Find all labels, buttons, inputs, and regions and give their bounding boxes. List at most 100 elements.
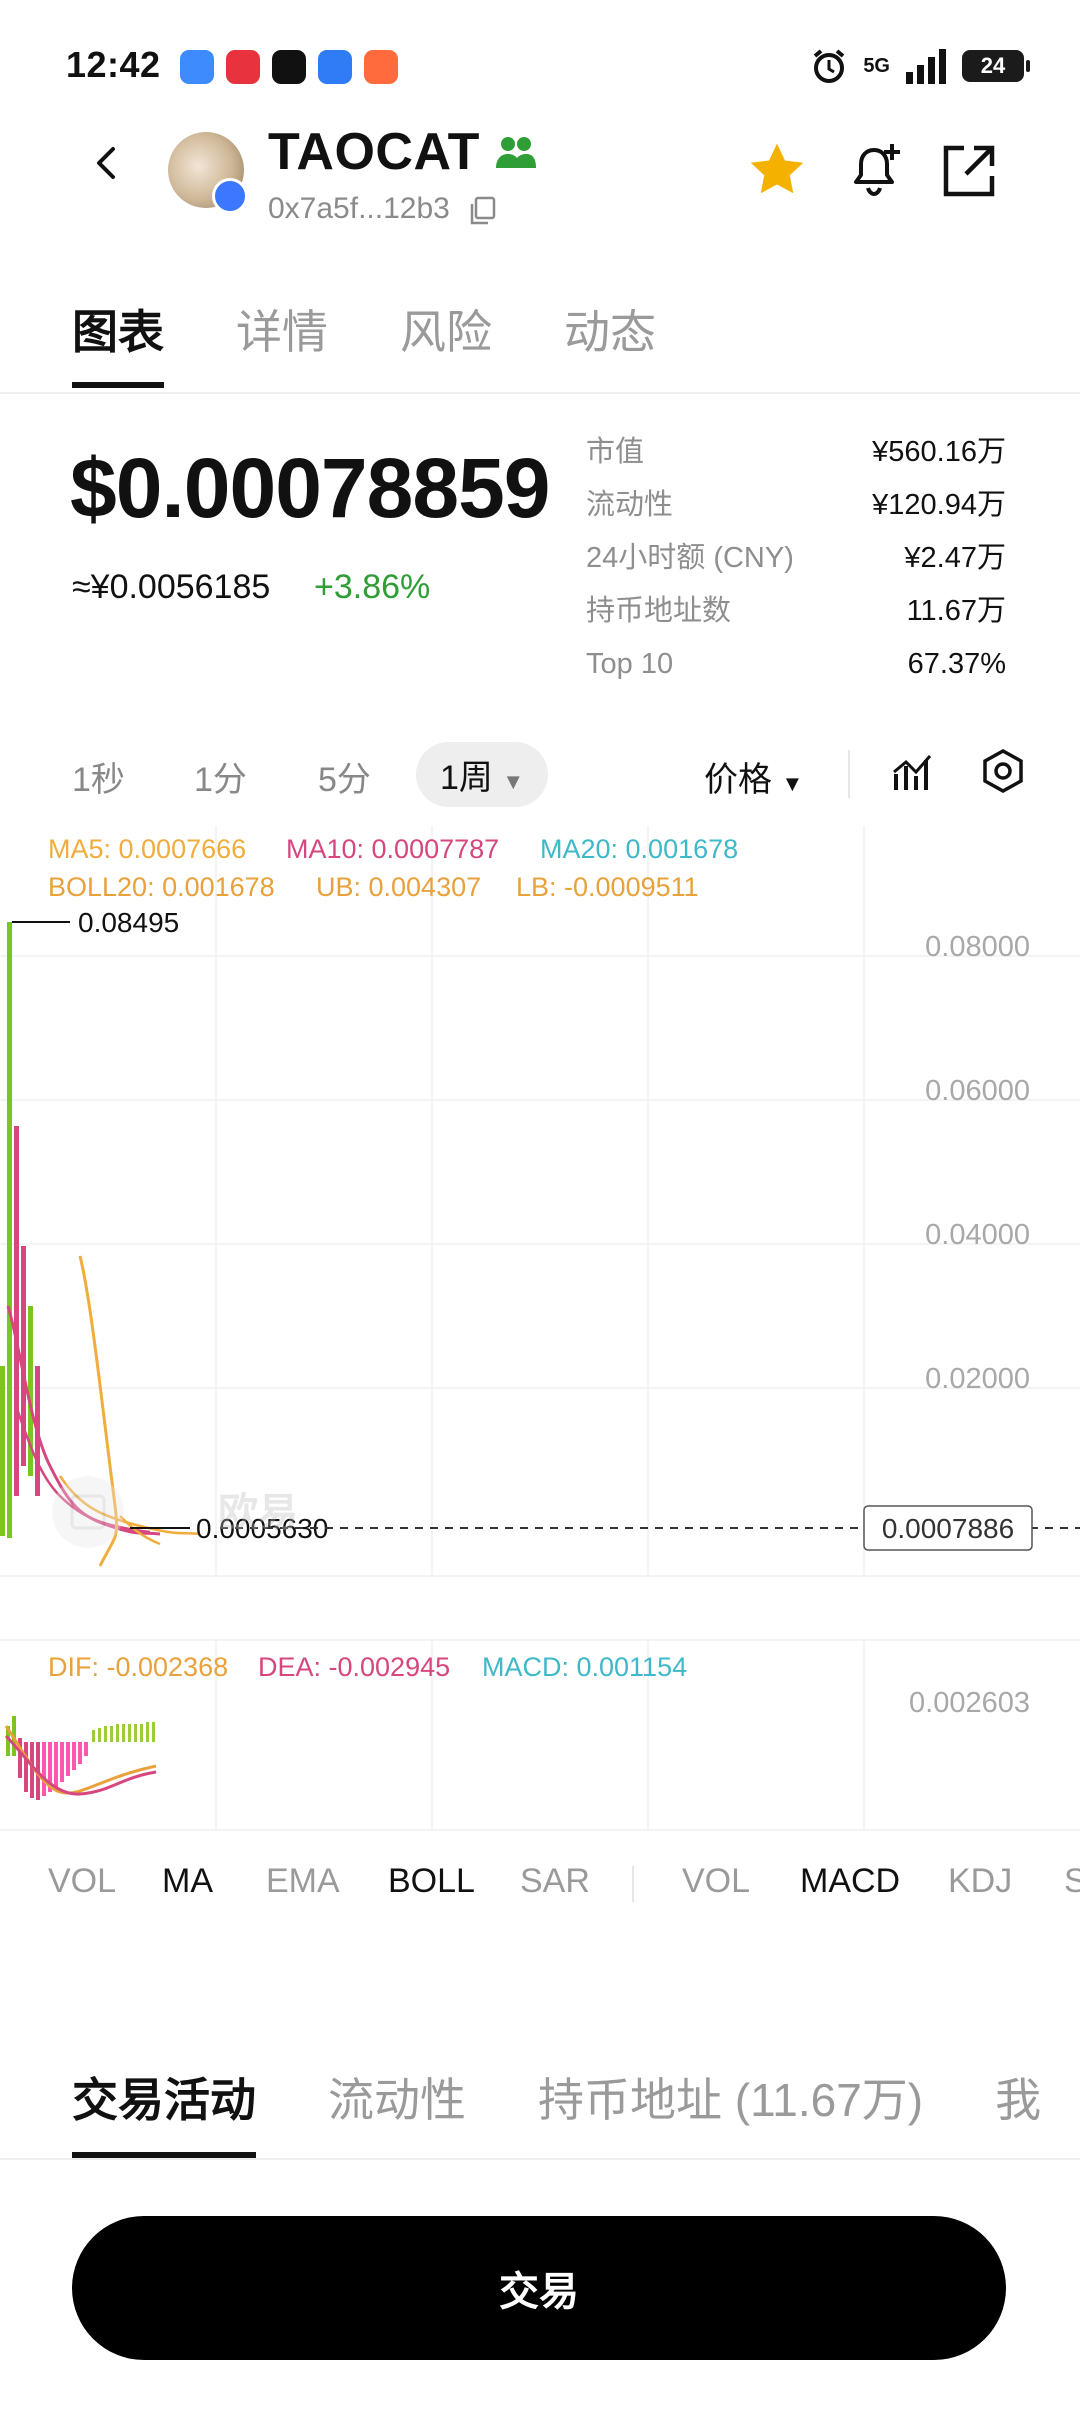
high-price-label: 0.08495 [78, 907, 179, 938]
signal-icon [906, 49, 946, 84]
stat-row: 持币地址数 11.67万 [586, 595, 1006, 627]
price-chart[interactable]: MA5: 0.0007666 MA10: 0.0007787 MA20: 0.0… [0, 826, 1080, 1836]
app-notification-icon [318, 50, 352, 84]
legend-macd: MACD: 0.001154 [482, 1652, 687, 1682]
macd-bar [24, 1742, 28, 1792]
candle [0, 1366, 5, 1536]
stat-row: Top 10 67.37% [586, 648, 1006, 680]
token-name: TAOCAT [268, 123, 480, 181]
indicator-macd[interactable]: MACD [800, 1862, 900, 1901]
interval-5m[interactable]: 5分 [318, 752, 371, 801]
macd-bar [92, 1730, 95, 1742]
watermark-text: 欧易 [218, 1491, 298, 1535]
indicator-sub-vol[interactable]: VOL [682, 1862, 750, 1901]
chain-badge-icon [212, 178, 248, 214]
trade-button[interactable]: 交易 [72, 2216, 1006, 2360]
price-cny: ≈¥0.0056185 [72, 568, 271, 606]
macd-bar [60, 1742, 64, 1782]
app-notification-icon [226, 50, 260, 84]
tiktok-icon [272, 50, 306, 84]
indicator-selector: VOL MA EMA BOLL SAR VOL MACD KDJ S [0, 1862, 1080, 1912]
network-type: 5G [863, 54, 890, 77]
tab-details[interactable]: 详情 [236, 296, 328, 388]
tab-holders[interactable]: 持币地址 (11.67万) [538, 2064, 923, 2158]
favorite-star-icon[interactable] [746, 140, 808, 200]
macd-bar [104, 1726, 107, 1742]
game-icon [364, 50, 398, 84]
caret-down-icon: ▼ [781, 771, 804, 796]
price-mode-dropdown[interactable]: 价格 ▼ [704, 752, 803, 801]
macd-bar [140, 1724, 143, 1742]
macd-bar [122, 1724, 125, 1742]
legend-ma20: MA20: 0.001678 [540, 834, 738, 864]
macd-bar [116, 1724, 119, 1742]
y-tick: 0.02000 [925, 1363, 1030, 1395]
indicator-ma[interactable]: MA [162, 1862, 213, 1901]
stat-row: 市值 ¥560.16万 [586, 436, 1006, 468]
macd-bar [84, 1742, 88, 1756]
tab-chart[interactable]: 图表 [72, 296, 164, 388]
legend-ub: UB: 0.004307 [316, 872, 481, 902]
macd-bar [72, 1742, 76, 1770]
interval-1s[interactable]: 1秒 [72, 752, 125, 801]
interval-bar: 1秒 1分 5分 1周 ▼ 价格 ▼ [0, 740, 1080, 810]
share-icon[interactable] [940, 142, 998, 200]
macd-bar [66, 1742, 70, 1776]
status-right: 5G 24 [809, 46, 1030, 86]
macd-bar [146, 1722, 149, 1742]
macd-bar [134, 1724, 137, 1742]
interval-1w[interactable]: 1周 ▼ [416, 742, 549, 807]
macd-bar [78, 1742, 82, 1764]
divider [848, 750, 850, 798]
bottom-tabs: 交易活动 流动性 持币地址 (11.67万) 我 [72, 2064, 1041, 2158]
macd-bar [54, 1742, 58, 1788]
chevron-down-icon: ▼ [502, 769, 525, 794]
app-notification-icon [180, 50, 214, 84]
divider [0, 2158, 1080, 2160]
macd-bar [152, 1722, 155, 1742]
indicator-kdj[interactable]: KDJ [948, 1862, 1012, 1901]
tab-activity[interactable]: 动态 [564, 296, 656, 388]
macd-bar [42, 1742, 46, 1796]
legend-boll: BOLL20: 0.001678 [48, 872, 275, 902]
indicator-boll[interactable]: BOLL [388, 1862, 475, 1901]
divider [0, 392, 1080, 394]
legend-ma5: MA5: 0.0007666 [48, 834, 246, 864]
tab-mine[interactable]: 我 [995, 2064, 1041, 2158]
indicator-more[interactable]: S [1064, 1862, 1080, 1901]
indicator-sar[interactable]: SAR [520, 1862, 590, 1901]
legend-dea: DEA: -0.002945 [258, 1652, 450, 1682]
tab-trade-activity[interactable]: 交易活动 [72, 2064, 256, 2158]
interval-1m[interactable]: 1分 [194, 752, 247, 801]
holders-icon [496, 137, 536, 168]
settings-icon[interactable] [980, 748, 1026, 794]
indicator-ema[interactable]: EMA [266, 1862, 340, 1901]
price-alert-icon[interactable] [842, 138, 906, 202]
notification-app-icons [180, 50, 398, 84]
y-tick: 0.08000 [925, 931, 1030, 963]
back-icon[interactable] [90, 146, 124, 180]
macd-bar [110, 1726, 113, 1742]
battery-indicator: 24 [962, 50, 1030, 82]
copy-icon[interactable] [468, 196, 496, 226]
indicator-vol[interactable]: VOL [48, 1862, 116, 1901]
indicator-icon[interactable] [890, 750, 934, 794]
candle [14, 1126, 19, 1496]
legend-dif: DIF: -0.002368 [48, 1652, 228, 1682]
token-address: 0x7a5f...12b3 [268, 192, 450, 225]
macd-bar [98, 1728, 101, 1742]
macd-tick: 0.002603 [909, 1687, 1030, 1719]
stat-row: 24小时额 (CNY) ¥2.47万 [586, 542, 1006, 574]
macd-bar [128, 1724, 131, 1742]
stat-row: 流动性 ¥120.94万 [586, 489, 1006, 521]
current-price: $0.00078859 [70, 441, 551, 535]
y-tick: 0.06000 [925, 1075, 1030, 1107]
divider [632, 1866, 634, 1902]
price-change: +3.86% [314, 568, 431, 606]
detail-tabs: 图表 详情 风险 动态 [72, 296, 656, 388]
candles [0, 922, 40, 1538]
legend-ma10: MA10: 0.0007787 [286, 834, 499, 864]
tab-risk[interactable]: 风险 [400, 296, 492, 388]
tab-liquidity[interactable]: 流动性 [328, 2064, 466, 2158]
status-time: 12:42 [66, 44, 161, 85]
